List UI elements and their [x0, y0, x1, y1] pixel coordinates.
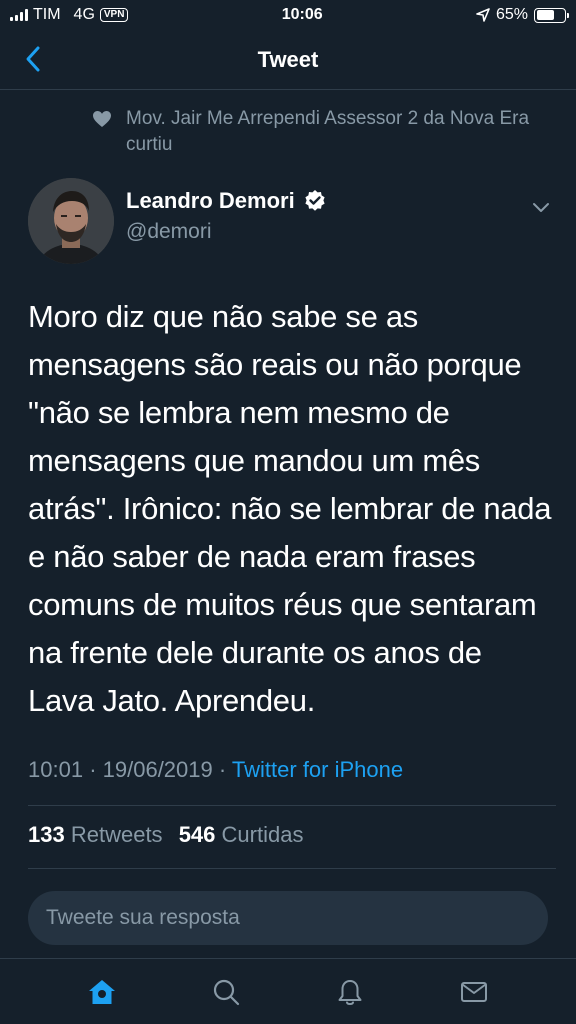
mail-icon — [461, 981, 487, 1002]
status-time: 10:06 — [281, 6, 323, 23]
battery-fill — [536, 10, 555, 20]
retweets-count: 133 — [28, 822, 65, 847]
status-bar-left: TIM 4G VPN — [10, 6, 129, 24]
author-name-text: Leandro Demori — [126, 188, 295, 213]
bell-icon — [338, 979, 362, 1005]
divider — [28, 868, 556, 869]
social-context[interactable]: Mov. Jair Me Arrependi Assessor 2 da Nov… — [92, 106, 532, 158]
retweets-label: Retweets — [70, 822, 163, 847]
vpn-badge: VPN — [99, 8, 129, 22]
likes-label: Curtidas — [221, 822, 304, 847]
likes-count: 546 — [178, 822, 216, 847]
verified-badge-icon — [305, 190, 325, 211]
avatar[interactable] — [28, 178, 114, 264]
search-icon — [213, 979, 240, 1005]
network-label: 4G — [73, 6, 95, 23]
tab-home[interactable] — [86, 976, 118, 1008]
tweet-time: 10:01 — [28, 757, 84, 782]
carrier-label: TIM — [33, 6, 61, 23]
status-bar-right: 65% — [476, 6, 569, 24]
tweet-source-link[interactable]: Twitter for iPhone — [232, 757, 403, 782]
location-arrow-icon — [476, 8, 490, 22]
tweet-options-button[interactable] — [530, 196, 552, 218]
page-title: Tweet — [257, 46, 319, 72]
avatar-image — [28, 178, 114, 264]
divider — [28, 805, 556, 806]
navigation-bar: Tweet — [0, 30, 576, 90]
meta-separator: · — [218, 757, 232, 782]
chevron-left-icon — [26, 46, 40, 72]
tab-messages[interactable] — [458, 976, 490, 1008]
likes-stat[interactable]: 546 Curtidas — [179, 822, 304, 847]
battery-percent: 65% — [495, 6, 528, 23]
home-icon — [89, 979, 115, 1004]
heart-icon — [93, 111, 111, 127]
status-bar: TIM 4G VPN 10:06 65% — [0, 0, 576, 30]
tab-notifications[interactable] — [334, 976, 366, 1008]
signal-strength-icon — [10, 9, 28, 21]
battery-icon — [534, 7, 569, 23]
tweet-date: 19/06/2019 — [102, 757, 213, 782]
tweet-metadata: 10:01 · 19/06/2019 · Twitter for iPhone — [28, 757, 403, 783]
reply-input[interactable]: Tweete sua resposta — [28, 891, 548, 945]
chevron-down-icon — [533, 203, 549, 212]
back-button[interactable] — [22, 44, 46, 74]
author-name[interactable]: Leandro Demori — [126, 188, 327, 214]
social-context-text: Mov. Jair Me Arrependi Assessor 2 da Nov… — [126, 108, 530, 155]
author-handle[interactable]: @demori — [126, 220, 212, 244]
tweet-text: Moro diz que não sabe se as mensagens sã… — [28, 299, 552, 718]
meta-separator: · — [89, 757, 103, 782]
tweet-detail-screen: TIM 4G VPN 10:06 65% Tweet Mov. Jair Me … — [0, 0, 576, 1024]
tweet-stats: 133 Retweets 546 Curtidas — [28, 822, 303, 848]
retweets-stat[interactable]: 133 Retweets — [28, 822, 163, 847]
tab-search[interactable] — [210, 976, 242, 1008]
reply-placeholder: Tweete sua resposta — [46, 906, 240, 929]
tab-bar — [0, 958, 576, 1024]
